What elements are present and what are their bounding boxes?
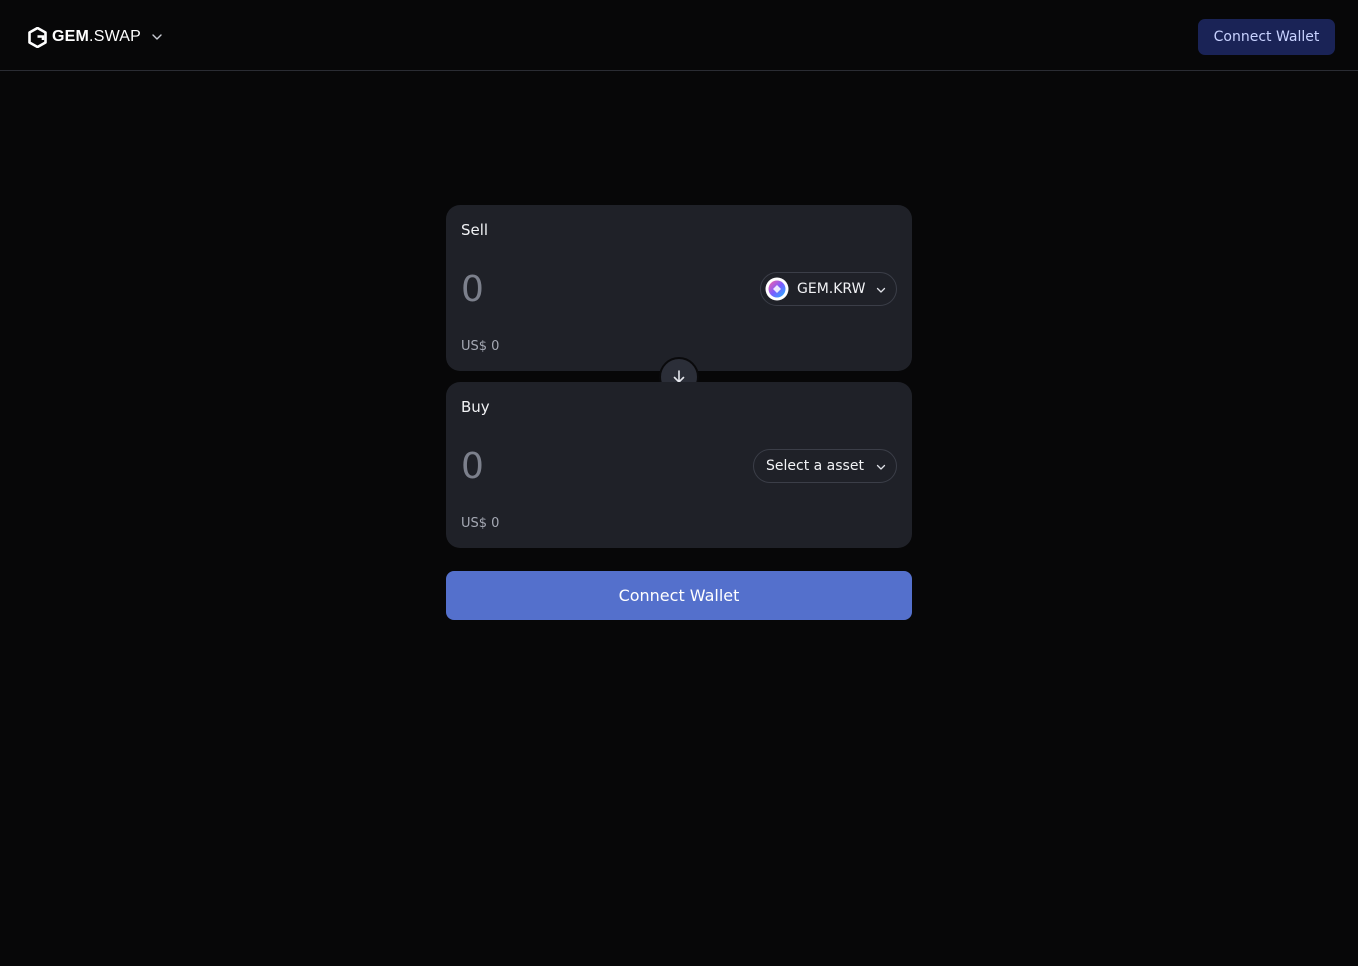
chevron-down-icon — [876, 464, 886, 470]
buy-label: Buy — [461, 398, 490, 416]
sell-label: Sell — [461, 221, 489, 239]
sell-token-symbol: GEM.KRW — [797, 281, 866, 297]
sell-usd-value: US$ 0 — [461, 339, 500, 354]
buy-usd-value: US$ 0 — [461, 516, 500, 531]
chevron-down-icon — [152, 34, 162, 40]
buy-panel: Buy Select a asset US$ 0 — [446, 382, 912, 548]
brand-menu[interactable]: GEM.SWAP — [28, 26, 163, 48]
brand-name: GEM.SWAP — [52, 28, 142, 45]
sell-amount-input[interactable] — [461, 266, 721, 312]
select-asset-label: Select a asset — [766, 458, 864, 474]
buy-amount-input[interactable] — [461, 443, 721, 489]
gem-krw-token-icon — [765, 277, 789, 301]
sell-token-selector[interactable]: GEM.KRW — [760, 272, 897, 306]
top-navigation-bar: GEM.SWAP Connect Wallet — [0, 0, 1358, 71]
header-connect-wallet-button[interactable]: Connect Wallet — [1198, 19, 1335, 55]
buy-token-selector[interactable]: Select a asset — [753, 449, 897, 483]
chevron-down-icon — [876, 287, 886, 293]
connect-wallet-button[interactable]: Connect Wallet — [446, 571, 912, 620]
sell-panel: Sell GEM.KRW US$ 0 — [446, 205, 912, 371]
gem-logo-icon — [28, 26, 47, 48]
